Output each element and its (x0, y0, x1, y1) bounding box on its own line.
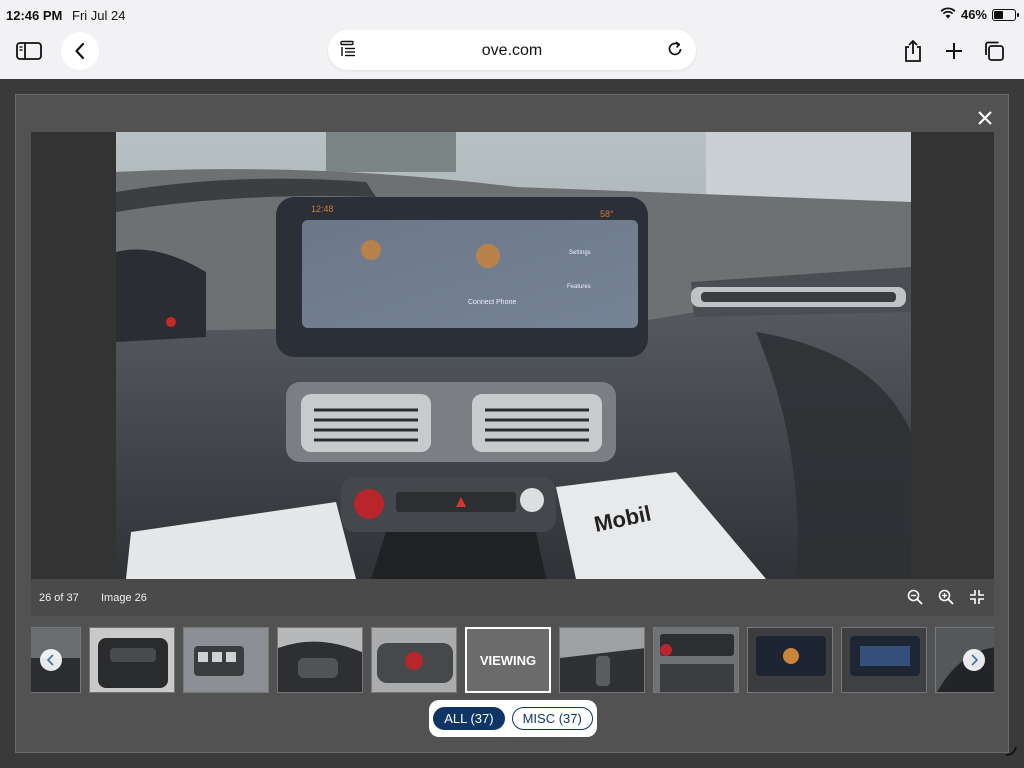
thumbnail[interactable] (653, 627, 739, 693)
thumbnail[interactable] (89, 627, 175, 693)
thumbnail[interactable] (183, 627, 269, 693)
thumbnail-strip: VIEWING (31, 627, 994, 693)
collapse-icon[interactable] (966, 586, 988, 608)
status-right: 46% (940, 7, 1019, 22)
status-bar: 12:46 PM Fri Jul 24 46% (0, 0, 1024, 28)
sidebar-toggle-icon[interactable] (10, 32, 48, 70)
photo-temp: 58° (600, 209, 614, 219)
thumbnails-next-button[interactable] (963, 649, 985, 671)
address-bar[interactable]: ove.com (328, 30, 696, 70)
filter-misc-chip[interactable]: MISC (37) (511, 707, 593, 730)
browser-toolbar: ove.com (0, 28, 1024, 78)
image-viewer: 12:48 58° Connect Phone Settings Feature… (31, 132, 994, 579)
battery-percent: 46% (960, 7, 987, 22)
photo-screen-time: 12:48 (311, 204, 334, 214)
wifi-icon (940, 7, 956, 22)
status-date: Fri Jul 24 (72, 8, 126, 23)
address-url: ove.com (481, 42, 543, 59)
close-icon (978, 111, 992, 125)
filter-all-chip[interactable]: ALL (37) (433, 707, 505, 730)
thumbnail-current[interactable]: VIEWING (465, 627, 551, 693)
status-time: 12:46 PM (6, 8, 63, 23)
zoom-in-icon[interactable] (935, 586, 957, 608)
share-icon[interactable] (894, 32, 932, 70)
battery-icon (992, 8, 1019, 21)
back-button[interactable] (61, 32, 99, 70)
chevron-right-icon (971, 654, 979, 666)
chevron-left-icon (46, 654, 54, 666)
thumbnail[interactable] (371, 627, 457, 693)
image-label: Image 26 (101, 592, 147, 604)
image-tools (904, 586, 988, 608)
photo-settings: Settings (569, 250, 591, 256)
thumbnail[interactable] (559, 627, 645, 693)
tabs-overview-icon[interactable] (975, 32, 1013, 70)
reload-icon[interactable] (666, 40, 684, 63)
thumbnails-prev-button[interactable] (40, 649, 62, 671)
zoom-out-icon[interactable] (904, 586, 926, 608)
viewing-label: VIEWING (479, 652, 537, 668)
filter-chips: ALL (37) MISC (37) (429, 700, 597, 737)
photo-features: Features (567, 284, 591, 290)
close-button[interactable] (974, 107, 996, 129)
thumbnail[interactable] (277, 627, 363, 693)
main-photo[interactable]: 12:48 58° Connect Phone Settings Feature… (116, 132, 911, 579)
thumbnail[interactable] (747, 627, 833, 693)
new-tab-icon[interactable] (935, 32, 973, 70)
image-info-bar: 26 of 37 Image 26 (31, 579, 994, 616)
image-counter: 26 of 37 (39, 592, 79, 604)
thumbnail[interactable] (841, 627, 927, 693)
resize-handle-icon[interactable] (1004, 743, 1018, 762)
chevron-left-icon (75, 42, 85, 60)
image-gallery-modal: 12:48 58° Connect Phone Settings Feature… (15, 94, 1009, 753)
photo-connect-phone: Connect Phone (468, 299, 516, 306)
